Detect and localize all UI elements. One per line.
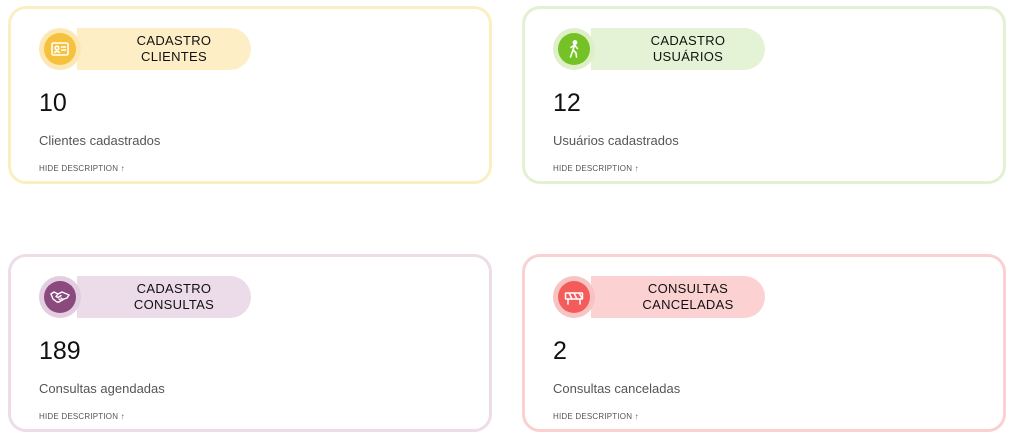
card-title: CONSULTAS CANCELADAS (642, 281, 734, 312)
card-cadastro-clientes: CADASTRO CLIENTES 10 Clientes cadastrado… (8, 6, 492, 184)
card-cadastro-consultas: CADASTRO CONSULTAS 189 Consultas agendad… (8, 254, 492, 432)
card-value: 189 (39, 337, 81, 365)
hide-description-button[interactable]: HIDE DESCRIPTION ↑ (39, 412, 125, 421)
card-value: 12 (553, 89, 581, 117)
card-header-pill: CADASTRO CONSULTAS (39, 276, 251, 318)
card-value: 10 (39, 89, 67, 117)
card-title: CADASTRO CONSULTAS (133, 281, 215, 312)
card-title: CADASTRO CLIENTES (136, 33, 212, 64)
card-description: Consultas agendadas (39, 381, 165, 396)
hide-description-button[interactable]: HIDE DESCRIPTION ↑ (553, 412, 639, 421)
barrier-icon (558, 281, 590, 313)
card-description: Clientes cadastrados (39, 133, 161, 148)
card-header-pill: CONSULTAS CANCELADAS (553, 276, 765, 318)
hide-description-button[interactable]: HIDE DESCRIPTION ↑ (39, 164, 125, 173)
contact-card-icon (44, 33, 76, 65)
handshake-icon (44, 281, 76, 313)
card-consultas-canceladas: CONSULTAS CANCELADAS 2 Consultas cancela… (522, 254, 1006, 432)
card-description: Consultas canceladas (553, 381, 681, 396)
walking-person-icon (558, 33, 590, 65)
card-description: Usuários cadastrados (553, 133, 679, 148)
card-title: CADASTRO USUÁRIOS (650, 33, 726, 64)
card-cadastro-usuarios: CADASTRO USUÁRIOS 12 Usuários cadastrado… (522, 6, 1006, 184)
card-value: 2 (553, 337, 567, 365)
hide-description-button[interactable]: HIDE DESCRIPTION ↑ (553, 164, 639, 173)
card-header-pill: CADASTRO CLIENTES (39, 28, 251, 70)
card-header-pill: CADASTRO USUÁRIOS (553, 28, 765, 70)
